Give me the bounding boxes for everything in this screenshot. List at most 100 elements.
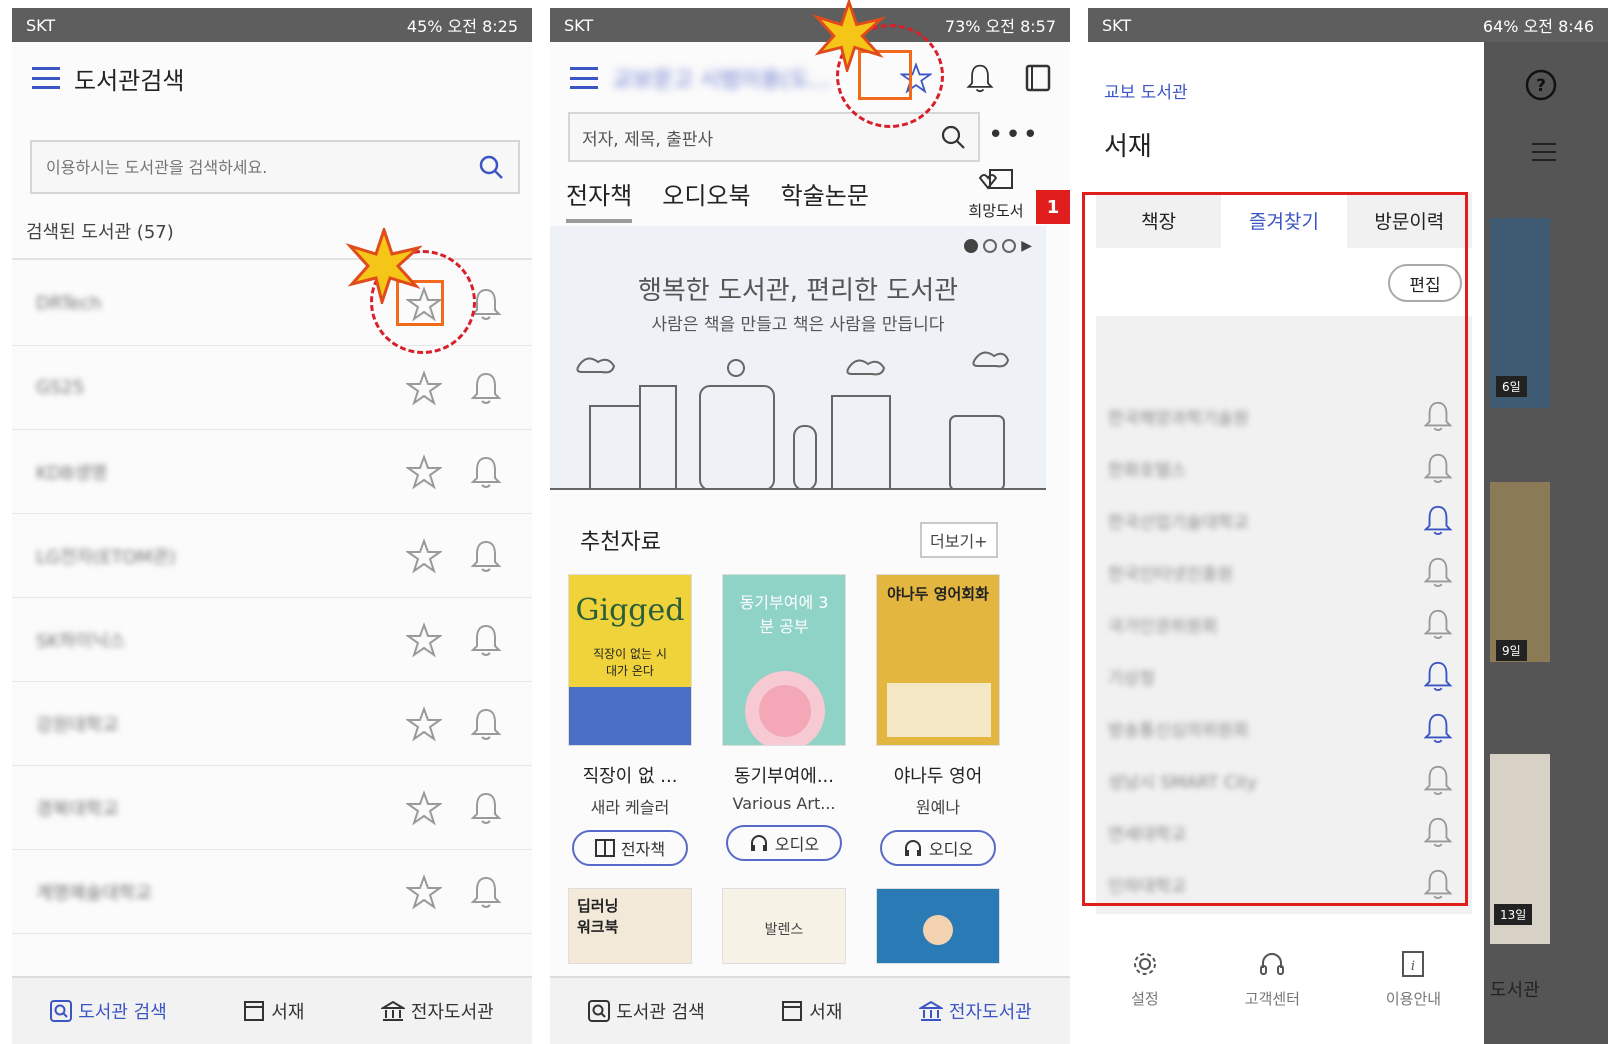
carousel-indicator[interactable]: ▶ [964,238,1032,254]
bell-icon[interactable] [1416,602,1460,646]
favorite-star-icon[interactable] [402,282,446,326]
tab-papers[interactable]: 학술논문 [781,176,869,223]
book-cover[interactable] [876,888,1000,964]
city-illustration [550,351,1046,490]
hope-book-button[interactable]: 희망도서 [956,168,1036,221]
bell-icon[interactable] [464,870,508,914]
bell-icon[interactable] [958,56,1002,100]
menu-icon[interactable] [570,67,598,89]
menu-icon[interactable] [32,67,60,89]
library-search-input[interactable] [46,157,478,177]
favorite-star-icon[interactable] [402,702,446,746]
library-row[interactable]: 계명예술대학교 [12,850,532,934]
favorite-library-row[interactable]: 한국인터넷진흥원 [1096,546,1472,598]
favorite-library-row[interactable]: 기상청 [1096,650,1472,702]
favorite-star-icon[interactable] [402,870,446,914]
carousel-dot[interactable] [1002,239,1017,253]
bell-icon[interactable] [1416,498,1460,542]
bell-icon[interactable] [464,786,508,830]
guide-button[interactable]: i 이용안내 [1386,950,1441,1009]
nav-library-search[interactable]: 도서관 검색 [588,998,705,1024]
nav-library-search[interactable]: 도서관 검색 [50,998,167,1024]
favorite-star-icon[interactable] [402,450,446,494]
customer-center-button[interactable]: 고객센터 [1245,950,1300,1009]
favorite-library-row[interactable]: 연세대학교 [1096,806,1472,858]
library-search-field[interactable] [30,140,520,194]
nav-bookshelf[interactable]: 서재 [781,998,842,1024]
carrier-label: SKT [26,15,56,35]
bell-icon[interactable] [464,450,508,494]
book-cover[interactable]: 동기부여에 3분 공부 [722,574,846,746]
book-card[interactable]: 야나두 영어회화 야나두 영어 원예나 오디오 [876,574,1000,866]
bell-icon[interactable] [1416,550,1460,594]
play-icon[interactable]: ▶ [1021,238,1032,254]
nav-e-library[interactable]: 전자도서관 [380,998,494,1024]
tab-bookshelf[interactable]: 책장 [1096,192,1221,248]
bell-icon[interactable] [1416,706,1460,750]
book-author: 원예나 [915,798,961,817]
search-icon[interactable] [478,154,504,180]
dimmed-background[interactable]: ? 6일 9일 13일 도서관 [1484,42,1608,1044]
nav-bookshelf[interactable]: 서재 [243,998,304,1024]
edit-button[interactable]: 편집 [1388,264,1462,302]
bell-icon[interactable] [1416,758,1460,802]
favorite-library-row[interactable]: 한화호텔스 [1096,442,1472,494]
library-row[interactable]: DRTech [12,262,532,346]
favorite-library-row[interactable]: 국가인권위원회 [1096,598,1472,650]
book-cover[interactable]: 딥러닝 워크북 [568,888,692,964]
favorite-library-row[interactable]: 한국산업기술대학교 [1096,494,1472,546]
book-cover[interactable]: 야나두 영어회화 [876,574,1000,746]
favorite-library-name: 한국해양과학기술원 [1108,408,1249,429]
more-button[interactable]: 더보기+ [920,522,998,558]
drawer-footer: 설정 고객센터 i 이용안내 [1088,914,1484,1044]
filter-icon[interactable] [1530,138,1558,166]
bell-icon[interactable] [1416,446,1460,490]
bell-icon[interactable] [464,702,508,746]
favorite-library-row[interactable]: 한국해양과학기술원 [1096,390,1472,442]
bell-icon[interactable] [1416,654,1460,698]
favorite-library-row[interactable]: 인하대학교 [1096,858,1472,910]
carousel-dot[interactable] [964,239,979,253]
bell-icon[interactable] [464,366,508,410]
book-author: Various Art... [732,794,836,813]
book-card[interactable]: Gigged 직장이 없는 시대가 온다 직장이 없 ... 새라 케슬러 전자… [568,574,692,866]
library-row[interactable]: KDB생명 [12,430,532,514]
bell-icon[interactable] [1416,862,1460,906]
help-icon[interactable]: ? [1524,68,1558,102]
settings-button[interactable]: 설정 [1131,950,1159,1009]
favorite-star-icon[interactable] [402,618,446,662]
nav-e-library[interactable]: 전자도서관 [918,998,1032,1024]
favorite-star-icon[interactable] [894,56,938,100]
favorite-library-row[interactable]: 방송통신심의위원회 [1096,702,1472,754]
promo-banner[interactable]: ▶ 행복한 도서관, 편리한 도서관 사람은 책을 만들고 책은 사람을 만듭니… [550,226,1046,490]
library-row[interactable]: GS25 [12,346,532,430]
library-row[interactable]: 경북대학교 [12,766,532,850]
favorite-star-icon[interactable] [402,366,446,410]
favorite-library-row[interactable]: 성남시 SMART City [1096,754,1472,806]
more-icon[interactable]: ••• [988,120,1040,150]
tab-visit-history[interactable]: 방문이력 [1347,192,1472,248]
bell-icon[interactable] [1416,394,1460,438]
tab-ebook[interactable]: 전자책 [566,176,633,223]
tab-favorites[interactable]: 즐겨찾기 [1221,192,1347,248]
favorite-star-icon[interactable] [402,786,446,830]
bell-icon[interactable] [1416,810,1460,854]
audio-badge[interactable]: 오디오 [726,825,842,861]
book-cover[interactable]: 발렌스 [722,888,846,964]
book-search-field[interactable]: 저자, 제목, 출판사 [568,112,980,162]
bell-icon[interactable] [464,534,508,578]
audio-badge[interactable]: 오디오 [880,830,996,866]
bell-icon[interactable] [464,282,508,326]
book-cover[interactable]: Gigged 직장이 없는 시대가 온다 [568,574,692,746]
search-icon[interactable] [940,124,966,150]
tab-audiobook[interactable]: 오디오북 [662,176,750,223]
bookshelf-icon[interactable] [1016,56,1060,100]
book-card[interactable]: 동기부여에 3분 공부 동기부여에... Various Art... 오디오 [722,574,846,861]
library-row[interactable]: 강원대학교 [12,682,532,766]
bell-icon[interactable] [464,618,508,662]
favorite-star-icon[interactable] [402,534,446,578]
ebook-badge[interactable]: 전자책 [572,830,688,866]
library-row[interactable]: LG전자(ETOM관) [12,514,532,598]
library-row[interactable]: SK하이닉스 [12,598,532,682]
carousel-dot[interactable] [983,239,998,253]
